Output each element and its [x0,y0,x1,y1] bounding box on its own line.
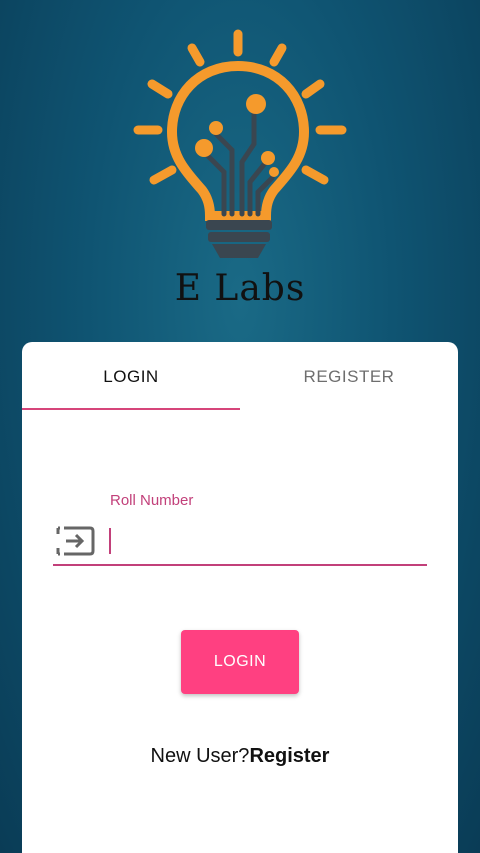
login-button[interactable]: LOGIN [181,630,299,694]
login-enter-icon [56,526,95,556]
register-link[interactable]: Register [249,745,329,767]
lightbulb-icon [133,29,347,258]
tab-login[interactable]: LOGIN [22,342,240,412]
roll-number-input[interactable] [108,522,426,562]
auth-tabs: LOGIN REGISTER [22,342,458,412]
roll-number-underline [53,564,427,566]
text-caret [109,528,111,554]
tab-register[interactable]: REGISTER [240,342,458,412]
roll-number-label: Roll Number [110,492,194,509]
auth-card: LOGIN REGISTER Roll Number LOGIN New Use… [22,342,458,853]
new-user-prompt: New User?Register [22,745,458,768]
new-user-text: New User? [150,745,250,767]
tab-indicator [22,408,240,410]
brand-name: E Labs [174,268,306,309]
